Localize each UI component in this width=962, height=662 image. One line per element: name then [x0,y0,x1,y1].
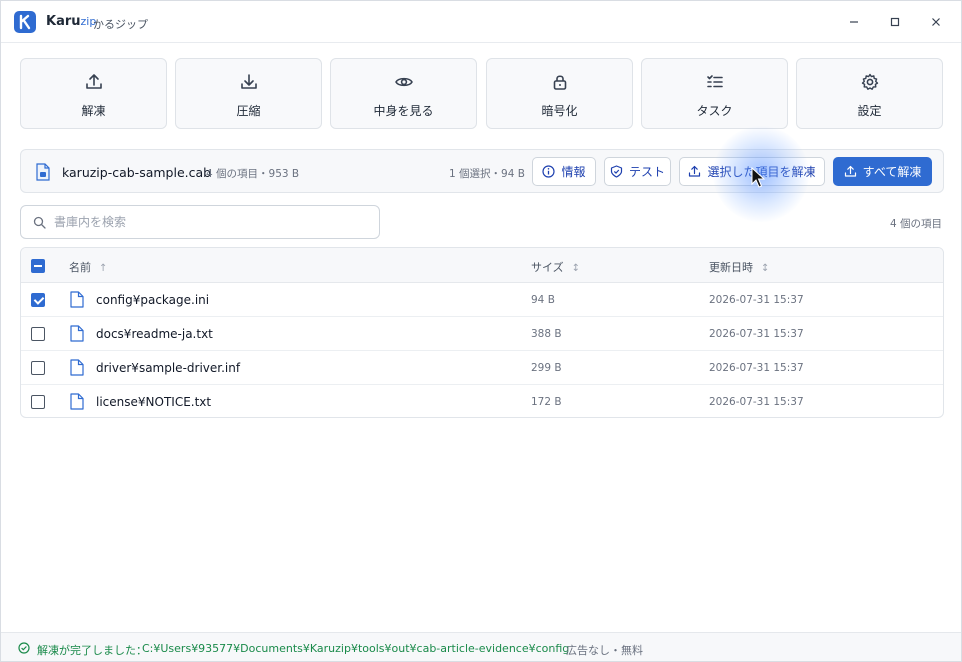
toolbar-settings-button[interactable]: 設定 [796,58,943,129]
info-icon [542,165,556,178]
info-button-label: 情報 [561,165,586,179]
minimize-icon [850,21,858,23]
shield-check-icon [610,165,623,178]
table-header: 名前 ↑ サイズ ↕ 更新日時 ↕ [21,248,943,283]
column-size-label: サイズ [531,261,564,274]
column-header-size[interactable]: サイズ ↕ [531,259,580,275]
gear-icon [861,73,878,90]
selection-summary: 1 個選択・94 B [449,168,525,180]
file-name: docs¥readme-ja.txt [96,327,213,341]
close-button[interactable] [926,12,946,32]
app-subtitle: かるジップ [93,18,148,31]
toolbar-settings-label: 設定 [857,104,882,118]
search-input[interactable] [54,212,369,232]
column-header-modified[interactable]: 更新日時 ↕ [709,259,769,275]
archive-info-bar: karuzip-cab-sample.cab 4 個の項目・953 B 1 個選… [20,149,944,193]
archive-file-name: karuzip-cab-sample.cab [62,165,212,180]
column-modified-label: 更新日時 [709,261,753,274]
app-name-main: Karu [46,14,81,29]
lock-icon [553,75,566,90]
test-button[interactable]: テスト [604,157,671,186]
extract-selected-button[interactable]: 選択した項目を解凍 [679,157,825,186]
archive-file-icon [35,163,51,184]
row-checkbox[interactable] [31,361,45,375]
sort-toggle-icon: ↕ [761,263,770,274]
download-tray-icon [240,74,257,89]
toolbar-compress-button[interactable]: 圧縮 [175,58,322,129]
extract-selected-label: 選択した項目を解凍 [707,165,816,179]
toolbar-extract-label: 解凍 [81,104,106,118]
minimize-button[interactable] [844,12,864,32]
status-bar: 解凍が完了しました： C:¥Users¥93577¥Documents¥Karu… [1,632,961,661]
status-separator: · [552,641,556,654]
table-row[interactable]: driver¥sample-driver.inf 299 B 2026-07-3… [21,351,943,385]
upload-tray-icon [844,165,856,177]
file-modified: 2026-07-31 15:37 [709,328,804,340]
toolbar-encrypt-label: 暗号化 [541,104,578,118]
upload-tray-icon [689,165,701,177]
toolbar-tasks-button[interactable]: タスク [641,58,788,129]
file-icon [70,359,84,376]
toolbar-tasks-label: タスク [696,104,733,118]
task-list-icon [706,75,723,88]
toolbar-view-contents-label: 中身を見る [373,104,434,118]
file-size: 94 B [531,294,555,306]
check-circle-icon [18,642,30,654]
output-path[interactable]: C:¥Users¥93577¥Documents¥Karuzip¥tools¥o… [142,642,569,655]
row-checkbox[interactable] [31,293,45,307]
item-count: 4 個の項目 [889,218,942,230]
file-name: license¥NOTICE.txt [96,395,212,409]
table-row[interactable]: config¥package.ini 94 B 2026-07-31 15:37 [21,283,943,317]
app-window: Karuzip かるジップ 解凍 圧縮 中身を見る 暗号化 タスク 設定 kar… [0,0,962,662]
file-icon [70,325,84,342]
title-bar: Karuzip かるジップ [1,1,961,43]
file-icon [70,291,84,308]
select-all-checkbox[interactable] [31,259,45,273]
close-icon [932,18,940,26]
file-size: 388 B [531,328,562,340]
extract-all-label: すべて解凍 [862,165,922,179]
table-row[interactable]: license¥NOTICE.txt 172 B 2026-07-31 15:3… [21,385,943,417]
file-size: 172 B [531,396,562,408]
maximize-icon [890,17,900,27]
upload-tray-icon [85,74,102,89]
search-icon [33,216,46,229]
file-modified: 2026-07-31 15:37 [709,362,804,374]
sort-ascending-icon: ↑ [99,263,108,274]
column-header-name[interactable]: 名前 ↑ [69,259,107,275]
file-modified: 2026-07-31 15:37 [709,396,804,408]
extract-all-button[interactable]: すべて解凍 [833,157,932,186]
file-modified: 2026-07-31 15:37 [709,294,804,306]
toolbar-compress-label: 圧縮 [236,104,261,118]
sort-toggle-icon: ↕ [571,263,581,274]
archive-meta: 4 個の項目・953 B [206,168,300,180]
column-name-label: 名前 [69,261,91,274]
status-note: 広告なし・無料 [566,644,643,657]
file-icon [70,393,84,410]
eye-icon [394,77,413,87]
toolbar-extract-button[interactable]: 解凍 [20,58,167,129]
toolbar-view-contents-button[interactable]: 中身を見る [330,58,477,129]
toolbar-encrypt-button[interactable]: 暗号化 [486,58,633,129]
row-checkbox[interactable] [31,395,45,409]
file-table: 名前 ↑ サイズ ↕ 更新日時 ↕ config¥package.ini 94 B 2… [20,247,944,418]
row-checkbox[interactable] [31,327,45,341]
file-name: driver¥sample-driver.inf [96,361,241,375]
test-button-label: テスト [628,165,665,179]
app-logo-icon [14,11,36,33]
maximize-button[interactable] [885,12,905,32]
app-name: Karuzip [46,14,96,29]
file-name: config¥package.ini [96,293,210,307]
search-box[interactable] [20,205,380,239]
info-button[interactable]: 情報 [532,157,596,186]
status-message: 解凍が完了しました： [37,644,147,657]
file-size: 299 B [531,362,562,374]
table-row[interactable]: docs¥readme-ja.txt 388 B 2026-07-31 15:3… [21,317,943,351]
